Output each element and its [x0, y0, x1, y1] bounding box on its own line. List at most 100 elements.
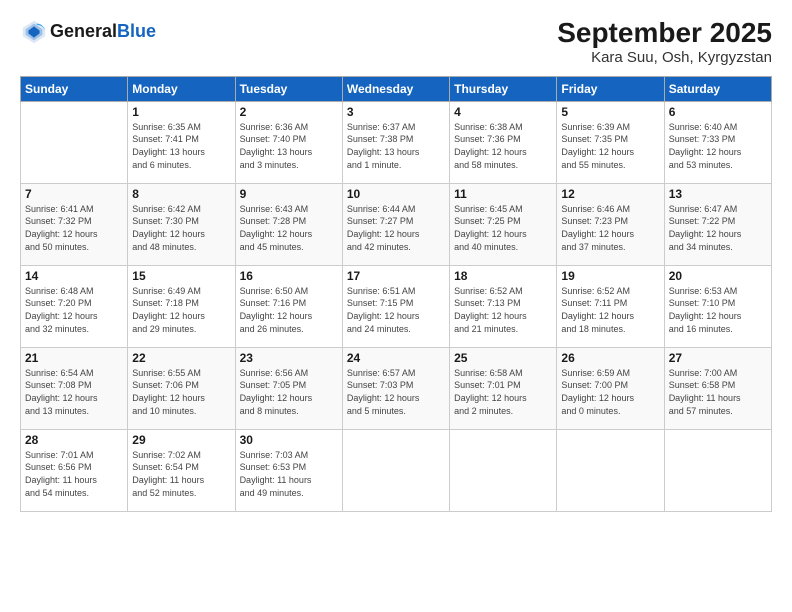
- day-number: 28: [25, 433, 123, 447]
- day-number: 3: [347, 105, 445, 119]
- day-info: Sunrise: 6:37 AM Sunset: 7:38 PM Dayligh…: [347, 121, 445, 171]
- day-info: Sunrise: 6:50 AM Sunset: 7:16 PM Dayligh…: [240, 285, 338, 335]
- day-number: 27: [669, 351, 767, 365]
- day-info: Sunrise: 6:52 AM Sunset: 7:13 PM Dayligh…: [454, 285, 552, 335]
- day-number: 13: [669, 187, 767, 201]
- day-number: 18: [454, 269, 552, 283]
- day-number: 5: [561, 105, 659, 119]
- col-sunday: Sunday: [21, 76, 128, 101]
- table-row: 28Sunrise: 7:01 AM Sunset: 6:56 PM Dayli…: [21, 429, 128, 511]
- day-number: 19: [561, 269, 659, 283]
- table-row: 4 Sunrise: 6:38 AM Sunset: 7:36 PM Daylig…: [450, 101, 557, 183]
- day-info: Sunrise: 6:49 AM Sunset: 7:18 PM Dayligh…: [132, 285, 230, 335]
- table-row: 17 Sunrise: 6:51 AM Sunset: 7:15 PM Dayli…: [342, 265, 449, 347]
- table-row: 21 Sunrise: 6:54 AM Sunset: 7:08 PM Dayli…: [21, 347, 128, 429]
- calendar-week-row: 28Sunrise: 7:01 AM Sunset: 6:56 PM Dayli…: [21, 429, 772, 511]
- table-row: 27 Sunrise: 7:00 AM Sunset: 6:58 PM Dayli…: [664, 347, 771, 429]
- day-info: Sunrise: 6:43 AM Sunset: 7:28 PM Dayligh…: [240, 203, 338, 253]
- day-number: 23: [240, 351, 338, 365]
- calendar-week-row: 7 Sunrise: 6:41 AM Sunset: 7:32 PM Daylig…: [21, 183, 772, 265]
- day-number: 1: [132, 105, 230, 119]
- logo-text: GeneralBlue: [50, 22, 156, 42]
- day-number: 17: [347, 269, 445, 283]
- day-info: Sunrise: 7:00 AM Sunset: 6:58 PM Dayligh…: [669, 367, 767, 417]
- day-info: Sunrise: 6:47 AM Sunset: 7:22 PM Dayligh…: [669, 203, 767, 253]
- table-row: [21, 101, 128, 183]
- calendar-week-row: 21 Sunrise: 6:54 AM Sunset: 7:08 PM Dayli…: [21, 347, 772, 429]
- header: GeneralBlue September 2025 Kara Suu, Osh…: [20, 18, 772, 66]
- day-number: 22: [132, 351, 230, 365]
- day-info: Sunrise: 6:52 AM Sunset: 7:11 PM Dayligh…: [561, 285, 659, 335]
- title-block: September 2025 Kara Suu, Osh, Kyrgyzstan: [557, 18, 772, 66]
- day-number: 24: [347, 351, 445, 365]
- day-info: Sunrise: 6:48 AM Sunset: 7:20 PM Dayligh…: [25, 285, 123, 335]
- table-row: 22 Sunrise: 6:55 AM Sunset: 7:06 PM Dayli…: [128, 347, 235, 429]
- table-row: 3 Sunrise: 6:37 AM Sunset: 7:38 PM Daylig…: [342, 101, 449, 183]
- col-saturday: Saturday: [664, 76, 771, 101]
- col-wednesday: Wednesday: [342, 76, 449, 101]
- location-subtitle: Kara Suu, Osh, Kyrgyzstan: [557, 49, 772, 66]
- day-number: 30: [240, 433, 338, 447]
- table-row: 20Sunrise: 6:53 AM Sunset: 7:10 PM Dayli…: [664, 265, 771, 347]
- table-row: 5 Sunrise: 6:39 AM Sunset: 7:35 PM Daylig…: [557, 101, 664, 183]
- day-info: Sunrise: 6:40 AM Sunset: 7:33 PM Dayligh…: [669, 121, 767, 171]
- day-info: Sunrise: 6:39 AM Sunset: 7:35 PM Dayligh…: [561, 121, 659, 171]
- day-info: Sunrise: 6:54 AM Sunset: 7:08 PM Dayligh…: [25, 367, 123, 417]
- table-row: 1 Sunrise: 6:35 AM Sunset: 7:41 PM Daylig…: [128, 101, 235, 183]
- day-info: Sunrise: 6:51 AM Sunset: 7:15 PM Dayligh…: [347, 285, 445, 335]
- table-row: 16 Sunrise: 6:50 AM Sunset: 7:16 PM Dayli…: [235, 265, 342, 347]
- day-number: 14: [25, 269, 123, 283]
- day-number: 4: [454, 105, 552, 119]
- table-row: 18 Sunrise: 6:52 AM Sunset: 7:13 PM Dayli…: [450, 265, 557, 347]
- table-row: 10 Sunrise: 6:44 AM Sunset: 7:27 PM Dayli…: [342, 183, 449, 265]
- day-info: Sunrise: 6:57 AM Sunset: 7:03 PM Dayligh…: [347, 367, 445, 417]
- table-row: 30 Sunrise: 7:03 AM Sunset: 6:53 PM Dayli…: [235, 429, 342, 511]
- day-number: 25: [454, 351, 552, 365]
- table-row: 14 Sunrise: 6:48 AM Sunset: 7:20 PM Dayli…: [21, 265, 128, 347]
- table-row: 23 Sunrise: 6:56 AM Sunset: 7:05 PM Dayli…: [235, 347, 342, 429]
- day-info: Sunrise: 6:58 AM Sunset: 7:01 PM Dayligh…: [454, 367, 552, 417]
- day-number: 21: [25, 351, 123, 365]
- table-row: 9Sunrise: 6:43 AM Sunset: 7:28 PM Daylig…: [235, 183, 342, 265]
- day-info: Sunrise: 6:41 AM Sunset: 7:32 PM Dayligh…: [25, 203, 123, 253]
- table-row: 7 Sunrise: 6:41 AM Sunset: 7:32 PM Daylig…: [21, 183, 128, 265]
- calendar-header-row: Sunday Monday Tuesday Wednesday Thursday…: [21, 76, 772, 101]
- day-number: 6: [669, 105, 767, 119]
- day-number: 7: [25, 187, 123, 201]
- day-info: Sunrise: 6:35 AM Sunset: 7:41 PM Dayligh…: [132, 121, 230, 171]
- calendar-week-row: 1 Sunrise: 6:35 AM Sunset: 7:41 PM Daylig…: [21, 101, 772, 183]
- day-number: 8: [132, 187, 230, 201]
- table-row: 24 Sunrise: 6:57 AM Sunset: 7:03 PM Dayli…: [342, 347, 449, 429]
- table-row: 6 Sunrise: 6:40 AM Sunset: 7:33 PM Daylig…: [664, 101, 771, 183]
- day-info: Sunrise: 6:56 AM Sunset: 7:05 PM Dayligh…: [240, 367, 338, 417]
- day-number: 16: [240, 269, 338, 283]
- day-info: Sunrise: 6:38 AM Sunset: 7:36 PM Dayligh…: [454, 121, 552, 171]
- day-info: Sunrise: 7:02 AM Sunset: 6:54 PM Dayligh…: [132, 449, 230, 499]
- day-info: Sunrise: 6:45 AM Sunset: 7:25 PM Dayligh…: [454, 203, 552, 253]
- day-info: Sunrise: 7:03 AM Sunset: 6:53 PM Dayligh…: [240, 449, 338, 499]
- day-info: Sunrise: 6:36 AM Sunset: 7:40 PM Dayligh…: [240, 121, 338, 171]
- day-number: 29: [132, 433, 230, 447]
- day-info: Sunrise: 6:44 AM Sunset: 7:27 PM Dayligh…: [347, 203, 445, 253]
- month-year-title: September 2025: [557, 18, 772, 49]
- day-number: 12: [561, 187, 659, 201]
- table-row: 11 Sunrise: 6:45 AM Sunset: 7:25 PM Dayli…: [450, 183, 557, 265]
- day-info: Sunrise: 6:42 AM Sunset: 7:30 PM Dayligh…: [132, 203, 230, 253]
- day-number: 11: [454, 187, 552, 201]
- table-row: 13 Sunrise: 6:47 AM Sunset: 7:22 PM Dayli…: [664, 183, 771, 265]
- calendar-week-row: 14 Sunrise: 6:48 AM Sunset: 7:20 PM Dayli…: [21, 265, 772, 347]
- day-number: 26: [561, 351, 659, 365]
- table-row: 15Sunrise: 6:49 AM Sunset: 7:18 PM Dayli…: [128, 265, 235, 347]
- table-row: 2 Sunrise: 6:36 AM Sunset: 7:40 PM Daylig…: [235, 101, 342, 183]
- day-number: 2: [240, 105, 338, 119]
- table-row: [664, 429, 771, 511]
- page: GeneralBlue September 2025 Kara Suu, Osh…: [0, 0, 792, 612]
- table-row: 29 Sunrise: 7:02 AM Sunset: 6:54 PM Dayli…: [128, 429, 235, 511]
- day-info: Sunrise: 6:55 AM Sunset: 7:06 PM Dayligh…: [132, 367, 230, 417]
- table-row: 12Sunrise: 6:46 AM Sunset: 7:23 PM Dayli…: [557, 183, 664, 265]
- day-info: Sunrise: 6:53 AM Sunset: 7:10 PM Dayligh…: [669, 285, 767, 335]
- day-number: 10: [347, 187, 445, 201]
- table-row: [557, 429, 664, 511]
- table-row: [450, 429, 557, 511]
- table-row: 26Sunrise: 6:59 AM Sunset: 7:00 PM Dayli…: [557, 347, 664, 429]
